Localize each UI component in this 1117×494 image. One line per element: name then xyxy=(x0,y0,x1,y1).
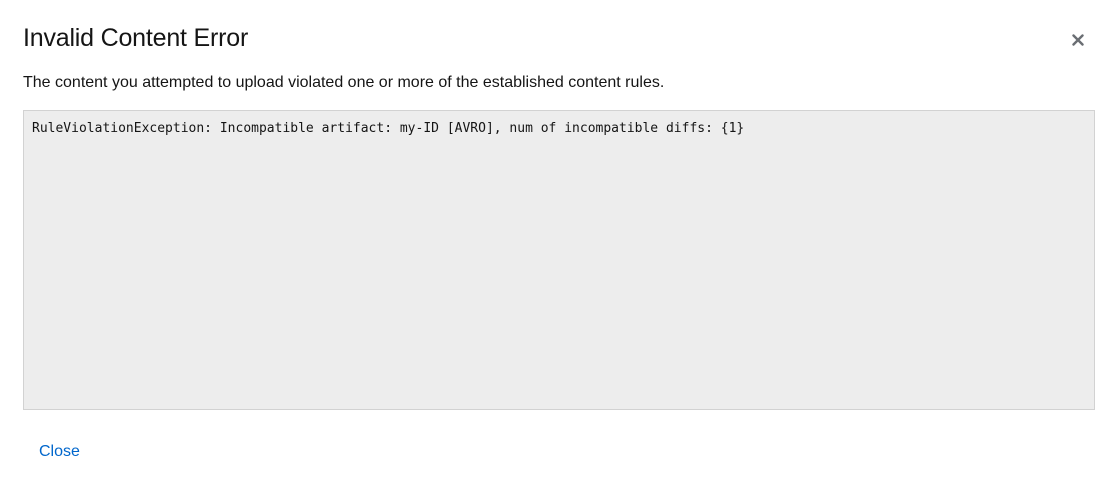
error-message: RuleViolationException: Incompatible art… xyxy=(32,121,745,136)
close-button[interactable]: Close xyxy=(39,441,80,463)
error-details-box: RuleViolationException: Incompatible art… xyxy=(23,110,1095,410)
modal-title: Invalid Content Error xyxy=(23,24,249,52)
error-modal: Invalid Content Error The content you at… xyxy=(0,0,1117,494)
modal-description: The content you attempted to upload viol… xyxy=(23,74,665,91)
close-icon[interactable] xyxy=(1068,30,1088,50)
